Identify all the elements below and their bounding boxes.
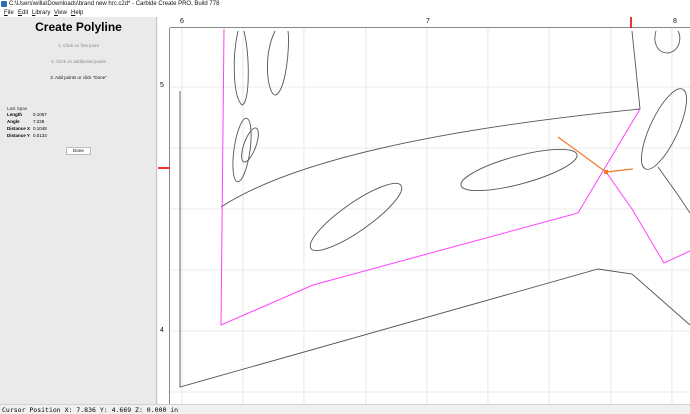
outline-upper-edge[interactable]	[220, 30, 641, 208]
stat-value: 0.1057	[33, 112, 47, 117]
stat-value: 0.1048	[33, 126, 47, 131]
ruler-left-marker	[158, 167, 170, 169]
polyline-branch[interactable]	[605, 171, 690, 264]
preview-segment	[605, 168, 634, 173]
menu-file[interactable]: File	[4, 9, 14, 17]
slot-ellipse-3[interactable]	[303, 174, 409, 260]
slot-ellipse-2[interactable]	[238, 126, 262, 164]
design-canvas[interactable]	[158, 17, 690, 404]
vertex-handle[interactable]	[604, 170, 608, 174]
canvas-drawing[interactable]	[158, 17, 690, 404]
slot-left-top[interactable]	[233, 30, 249, 106]
ruler-left-label: 5	[160, 82, 164, 89]
slot-top-right[interactable]	[654, 30, 681, 54]
panel-title: Create Polyline	[35, 20, 122, 34]
menu-view[interactable]: View	[54, 9, 67, 17]
polyline-in-progress[interactable]	[220, 28, 690, 326]
ruler-left: 5 4	[158, 28, 170, 404]
stat-label: Distance X	[7, 126, 31, 131]
menu-edit[interactable]: Edit	[18, 9, 28, 17]
ruler-top-label: 6	[180, 18, 184, 25]
ruler-left-label: 4	[160, 327, 164, 334]
title-bar: C:\Users\willa\Downloads\brand new hrc.c…	[0, 0, 690, 9]
ruler-top-marker	[630, 17, 632, 28]
menu-bar: File Edit Library View Help	[0, 9, 690, 17]
stat-value: 0.0133	[33, 133, 47, 138]
status-bar: Cursor Position X: 7.836 Y: 4.669 Z: 0.0…	[0, 404, 690, 414]
ruler-top-label: 7	[426, 18, 430, 25]
last-span-group: Last Span Length 0.1057 Angle 7.228 Dist…	[3, 106, 153, 146]
ruler-top: 6 7 8	[170, 17, 690, 28]
step-2: 2. Click on additional points	[51, 59, 106, 64]
ruler-top-label: 8	[673, 18, 677, 25]
menu-library[interactable]: Library	[32, 9, 50, 17]
step-1: 1. Click on first point	[58, 43, 99, 48]
menu-help[interactable]: Help	[71, 9, 83, 17]
ruler-corner	[158, 17, 170, 28]
slot-ellipse-4[interactable]	[457, 141, 580, 199]
tool-panel: Create Polyline 1. Click on first point …	[0, 17, 157, 404]
stat-value: 7.228	[33, 119, 45, 124]
done-button[interactable]: Done	[66, 147, 91, 155]
slot-ellipse-right[interactable]	[633, 83, 690, 175]
stat-label: Distance Y	[7, 133, 30, 138]
app-icon	[1, 1, 7, 7]
window-title: C:\Users\willa\Downloads\brand new hrc.c…	[9, 1, 220, 7]
slot-upper[interactable]	[266, 30, 289, 96]
last-span-header: Last Span	[7, 106, 28, 111]
cursor-position: Cursor Position X: 7.836 Y: 4.669 Z: 0.0…	[2, 406, 179, 414]
stat-label: Angle	[7, 119, 20, 124]
step-3: 3. Add points or click "Done"	[50, 75, 107, 80]
outline-shape[interactable]	[179, 91, 690, 388]
right-edge-shape[interactable]	[657, 166, 690, 214]
stat-label: Length	[7, 112, 22, 117]
